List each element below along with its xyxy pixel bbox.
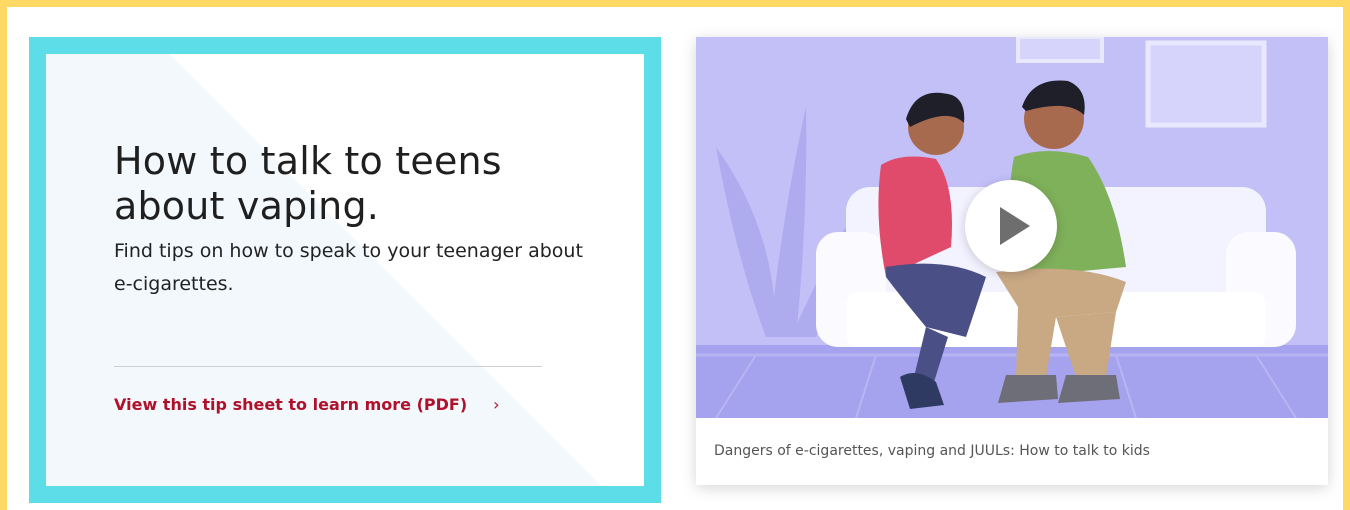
- video-thumbnail[interactable]: [696, 37, 1328, 418]
- video-caption: Dangers of e-cigarettes, vaping and JUUL…: [714, 443, 1150, 459]
- tip-sheet-link-label: View this tip sheet to learn more (PDF): [114, 395, 468, 414]
- tip-sheet-link[interactable]: View this tip sheet to learn more (PDF) …: [114, 395, 500, 414]
- promo-card: How to talk to teens about vaping. Find …: [29, 37, 661, 503]
- chevron-right-icon: ›: [493, 395, 500, 414]
- play-icon[interactable]: [965, 180, 1057, 272]
- video-card: Dangers of e-cigarettes, vaping and JUUL…: [696, 37, 1328, 485]
- divider: [114, 366, 542, 367]
- promo-subhead: Find tips on how to speak to your teenag…: [114, 240, 583, 295]
- promo-headline: How to talk to teens about vaping.: [114, 139, 502, 228]
